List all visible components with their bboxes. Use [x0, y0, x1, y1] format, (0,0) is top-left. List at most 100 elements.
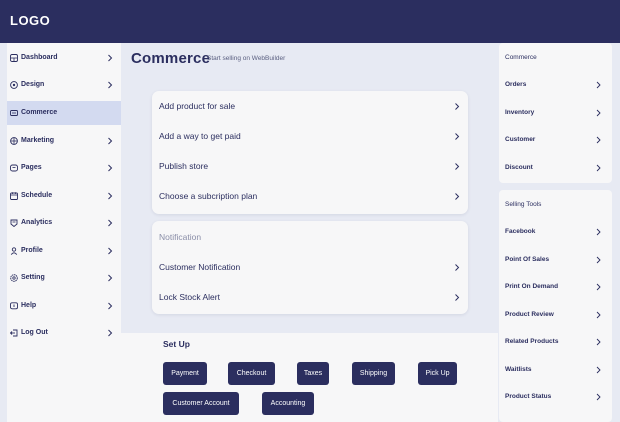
pickup-button[interactable]: Pick Up: [418, 362, 457, 385]
commerce-icon: [10, 109, 18, 117]
commerce-item-discount[interactable]: Discount: [499, 158, 612, 178]
notification-label: Customer Notification: [159, 262, 241, 272]
notification-heading-row: Notification: [152, 222, 468, 252]
checkout-button[interactable]: Checkout: [228, 362, 275, 385]
panel-item-label: Related Products: [505, 338, 559, 345]
sidebar-item-logout[interactable]: Log Out: [7, 321, 121, 345]
task-publish-store[interactable]: Publish store: [152, 151, 468, 181]
chevron-right-icon: [107, 246, 113, 256]
chevron-right-icon: [107, 328, 113, 338]
pages-icon: [10, 164, 18, 172]
sidebar-item-pages[interactable]: Pages: [7, 156, 121, 180]
chevron-right-icon: [596, 256, 601, 264]
panel-item-label: Product Status: [505, 393, 552, 400]
page-title: Commerce: [131, 50, 211, 67]
task-add-product[interactable]: Add product for sale: [152, 91, 468, 121]
sidebar-item-label: Analytics: [21, 219, 53, 226]
sidebar-item-analytics[interactable]: Analytics: [7, 211, 121, 235]
sidebar-item-label: Marketing: [21, 137, 55, 144]
commerce-panel: Commerce Orders Inventory Customer Disco…: [499, 43, 612, 183]
commerce-item-inventory[interactable]: Inventory: [499, 103, 612, 123]
tasks-card: Add product for sale Add a way to get pa…: [152, 91, 468, 214]
panel-item-label: Discount: [505, 164, 533, 171]
sidebar-item-dashboard[interactable]: Dashboard: [7, 46, 121, 70]
sidebar-item-help[interactable]: Help: [7, 294, 121, 318]
sidebar-item-commerce[interactable]: Commerce: [7, 101, 121, 125]
tool-related-products[interactable]: Related Products: [499, 332, 612, 352]
chevron-right-icon: [454, 293, 460, 302]
chevron-right-icon: [107, 218, 113, 228]
sidebar-item-profile[interactable]: Profile: [7, 239, 121, 263]
notification-label: Lock Stock Alert: [159, 292, 220, 302]
schedule-icon: [10, 192, 18, 200]
notification-card: Notification Customer Notification Lock …: [152, 221, 468, 314]
sidebar-item-design[interactable]: Design: [7, 73, 121, 97]
taxes-button[interactable]: Taxes: [297, 362, 329, 385]
chevron-right-icon: [596, 136, 601, 144]
chevron-right-icon: [454, 263, 460, 272]
tool-product-status[interactable]: Product Status: [499, 387, 612, 407]
chevron-right-icon: [596, 228, 601, 236]
task-choose-plan[interactable]: Choose a subcription plan: [152, 181, 468, 211]
marketing-icon: [10, 137, 18, 145]
panel-item-label: Customer: [505, 136, 536, 143]
panel-item-label: Facebook: [505, 228, 536, 235]
chevron-right-icon: [596, 311, 601, 319]
chevron-right-icon: [107, 273, 113, 283]
page-subtitle: Start selling on WebBuilder: [207, 55, 286, 62]
payment-button[interactable]: Payment: [163, 362, 207, 385]
customer-account-button[interactable]: Customer Account: [163, 392, 239, 415]
commerce-item-customer[interactable]: Customer: [499, 130, 612, 150]
task-add-payment[interactable]: Add a way to get paid: [152, 121, 468, 151]
chevron-right-icon: [596, 366, 601, 374]
panel-item-label: Product Review: [505, 311, 554, 318]
setup-title: Set Up: [163, 339, 190, 349]
sidebar-item-label: Help: [21, 302, 37, 309]
sidebar-item-schedule[interactable]: Schedule: [7, 184, 121, 208]
notification-customer[interactable]: Customer Notification: [152, 252, 468, 282]
analytics-icon: [10, 219, 18, 227]
tool-point-of-sales[interactable]: Point Of Sales: [499, 250, 612, 270]
accounting-button[interactable]: Accounting: [262, 392, 314, 415]
panel-item-label: Waitlists: [505, 366, 532, 373]
sidebar-item-label: Commerce: [21, 109, 58, 116]
shipping-button[interactable]: Shipping: [352, 362, 395, 385]
tool-product-review[interactable]: Product Review: [499, 305, 612, 325]
chevron-right-icon: [107, 301, 113, 311]
chevron-right-icon: [454, 102, 460, 111]
selling-tools-heading: Selling Tools: [505, 201, 542, 208]
chevron-right-icon: [107, 53, 113, 63]
gear-icon: [10, 274, 18, 282]
commerce-item-orders[interactable]: Orders: [499, 75, 612, 95]
chevron-right-icon: [107, 136, 113, 146]
top-bar: LOGO: [0, 0, 620, 43]
chevron-right-icon: [107, 163, 113, 173]
tool-waitlists[interactable]: Waitlists: [499, 360, 612, 380]
tool-facebook[interactable]: Facebook: [499, 222, 612, 242]
commerce-panel-heading: Commerce: [505, 54, 537, 61]
chevron-right-icon: [454, 132, 460, 141]
task-label: Choose a subcription plan: [159, 191, 258, 201]
help-icon: [10, 302, 18, 310]
sidebar: Dashboard Design Commerce Marketing Page…: [7, 43, 121, 422]
chevron-right-icon: [596, 283, 601, 291]
sidebar-item-marketing[interactable]: Marketing: [7, 129, 121, 153]
notification-heading: Notification: [159, 232, 202, 242]
chevron-right-icon: [107, 80, 113, 90]
sidebar-item-setting[interactable]: Setting: [7, 266, 121, 290]
sidebar-item-label: Dashboard: [21, 54, 58, 61]
sidebar-item-label: Design: [21, 81, 45, 88]
chevron-right-icon: [596, 338, 601, 346]
notification-lock-stock[interactable]: Lock Stock Alert: [152, 282, 468, 312]
panel-item-label: Orders: [505, 81, 527, 88]
chevron-right-icon: [107, 191, 113, 201]
panel-item-label: Print On Demand: [505, 283, 559, 290]
sidebar-item-label: Log Out: [21, 329, 48, 336]
dashboard-icon: [10, 54, 18, 62]
panel-item-label: Inventory: [505, 109, 535, 116]
task-label: Add product for sale: [159, 101, 236, 111]
tool-print-on-demand[interactable]: Print On Demand: [499, 277, 612, 297]
chevron-right-icon: [596, 393, 601, 401]
logo[interactable]: LOGO: [10, 13, 50, 28]
sidebar-item-label: Profile: [21, 247, 43, 254]
